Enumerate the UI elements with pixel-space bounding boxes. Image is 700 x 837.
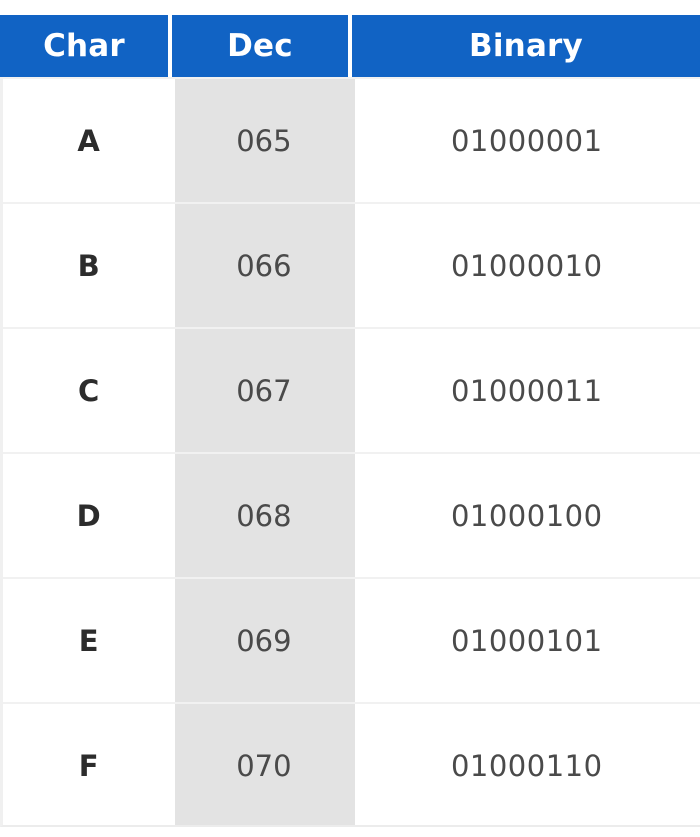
cell-binary: 01000100 [450,498,603,533]
table-row: B 066 01000010 [3,202,700,327]
cell-binary: 01000101 [450,623,603,658]
cell-char: C [77,373,100,408]
table-body: A 065 01000001 B 066 01000010 C 067 0100… [0,77,700,827]
column-header-dec: Dec [172,15,348,77]
ascii-character-table: Char Dec Binary A 065 01000001 B 066 010… [0,0,700,837]
cell-char: F [78,748,99,783]
table-row: D 068 01000100 [3,452,700,577]
cell-binary: 01000001 [450,123,603,158]
cell-char: E [78,623,99,658]
cell-dec: 066 [236,248,292,283]
cell-binary: 01000010 [450,248,603,283]
cell-dec: 070 [236,748,292,783]
table-row: A 065 01000001 [3,77,700,202]
cell-binary: 01000011 [450,373,603,408]
cell-dec: 069 [236,623,292,658]
table-row: C 067 01000011 [3,327,700,452]
cell-char: B [77,248,100,283]
table-header-row: Char Dec Binary [0,15,700,77]
cell-char: D [76,498,101,533]
table-row: E 069 01000101 [3,577,700,702]
cell-dec: 068 [236,498,292,533]
table-row: F 070 01000110 [3,702,700,827]
cell-dec: 067 [236,373,292,408]
cell-dec: 065 [236,123,292,158]
column-header-binary: Binary [352,15,700,77]
cell-char: A [77,123,100,158]
column-header-char: Char [0,15,168,77]
cell-binary: 01000110 [450,748,603,783]
